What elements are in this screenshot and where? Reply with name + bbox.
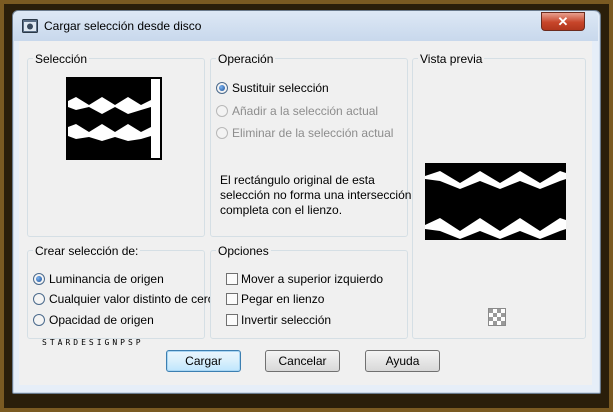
watermark-text: STARDESIGNPSP (42, 338, 144, 347)
checkbox-mover-label[interactable]: Mover a superior izquierdo (241, 272, 383, 286)
radio-anadir-label: Añadir a la selección actual (232, 104, 379, 118)
operacion-legend: Operación (216, 52, 276, 66)
info-message-line-2: selección no forma una intersección (220, 188, 412, 202)
window-title: Cargar selección desde disco (44, 19, 202, 33)
radio-eliminar (216, 127, 228, 139)
radio-cualquier-valor-label[interactable]: Cualquier valor distinto de cero (49, 292, 214, 306)
seleccion-legend: Selección (33, 52, 90, 66)
radio-luminancia[interactable] (33, 273, 45, 285)
app-window-icon (22, 19, 38, 33)
info-message-line-1: El rectángulo original de esta (220, 173, 375, 187)
info-message-line-3: completa con el lienzo. (220, 203, 343, 217)
checkbox-invertir[interactable] (226, 314, 238, 326)
radio-sustituir-label[interactable]: Sustituir selección (232, 81, 329, 95)
checkbox-mover[interactable] (226, 273, 238, 285)
crear-legend: Crear selección de: (33, 244, 141, 258)
radio-luminancia-label[interactable]: Luminancia de origen (49, 272, 164, 286)
cargar-button[interactable]: Cargar (166, 350, 241, 372)
preview-image (425, 163, 566, 240)
opciones-legend: Opciones (216, 244, 271, 258)
radio-opacidad[interactable] (33, 314, 45, 326)
selection-thumbnail (66, 77, 162, 160)
close-icon: ✕ (557, 14, 569, 29)
radio-sustituir[interactable] (216, 82, 228, 94)
ayuda-button[interactable]: Ayuda (365, 350, 440, 372)
checkbox-pegar-label[interactable]: Pegar en lienzo (241, 292, 324, 306)
radio-cualquier-valor[interactable] (33, 293, 45, 305)
cancelar-button[interactable]: Cancelar (265, 350, 340, 372)
radio-opacidad-label[interactable]: Opacidad de origen (49, 313, 154, 327)
radio-eliminar-label: Eliminar de la selección actual (232, 126, 394, 140)
vista-previa-legend: Vista previa (418, 52, 485, 66)
close-button[interactable]: ✕ (541, 12, 585, 31)
checkbox-pegar[interactable] (226, 293, 238, 305)
checkbox-invertir-label[interactable]: Invertir selección (241, 313, 331, 327)
transparency-checker-icon[interactable] (488, 308, 506, 326)
radio-anadir (216, 105, 228, 117)
